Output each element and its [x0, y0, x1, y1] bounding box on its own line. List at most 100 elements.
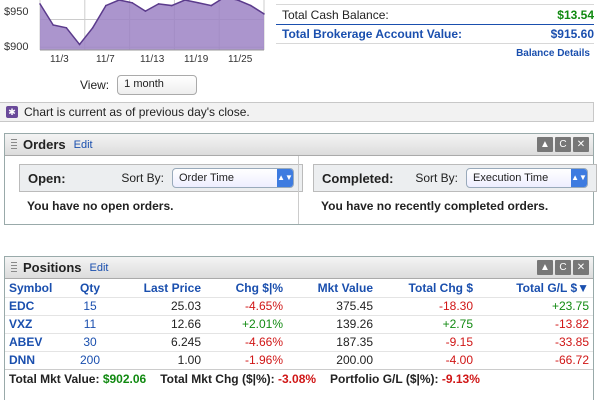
open-label: Open: [28, 170, 66, 186]
total-gl: -33.85 [477, 332, 593, 351]
symbol-link[interactable]: ABEV [5, 332, 65, 351]
balance-details-link[interactable]: Balance Details [516, 48, 590, 59]
refresh-icon[interactable]: C [555, 260, 571, 275]
table-row: DNN 200 1.00 -1.96% 200.00 -4.00 -66.72 [5, 350, 593, 369]
sort-by-label: Sort By: [415, 171, 458, 185]
qty-link[interactable]: 30 [65, 332, 115, 351]
symbol-link[interactable]: EDC [5, 296, 65, 315]
total-chg-amount: -3.08% [278, 371, 317, 386]
column-header-last-price[interactable]: Last Price [115, 279, 205, 297]
positions-edit-link[interactable]: Edit [90, 262, 109, 274]
total-mkt-value: Total Mkt Value: $902.06 [9, 372, 146, 386]
total-chg: -18.30 [377, 296, 477, 315]
total-mkt-label: Total Mkt Value: [9, 371, 100, 386]
last-price: 6.245 [115, 332, 205, 351]
open-orders-message: You have no open orders. [27, 199, 174, 213]
data-point [250, 4, 252, 7]
collapse-icon[interactable]: ▲ [537, 137, 553, 152]
column-header-qty[interactable]: Qty [65, 279, 115, 297]
account-value-row: Total Brokerage Account Value: $915.60 [282, 25, 594, 43]
last-price: 25.03 [115, 296, 205, 315]
orders-edit-link[interactable]: Edit [74, 139, 93, 151]
chg-percent: -4.65% [205, 296, 287, 315]
data-point [52, 24, 54, 26]
column-header-total-chg[interactable]: Total Chg $ [377, 279, 477, 297]
account-value-amount: $915.60 [550, 27, 594, 41]
completed-sort-select[interactable]: Execution Time ▲▼ [466, 168, 588, 188]
open-orders: Open: Sort By: Order Time ▲▼ You have no… [19, 164, 303, 213]
data-point [91, 26, 94, 29]
drag-handle-icon[interactable] [11, 261, 17, 274]
symbol-link[interactable]: DNN [5, 350, 65, 369]
data-point [105, 4, 107, 7]
open-sort-value: Order Time [179, 172, 235, 184]
data-point [131, 1, 134, 4]
data-point [65, 26, 68, 29]
divider [276, 4, 594, 5]
qty-link[interactable]: 15 [65, 296, 115, 315]
x-tick-label: 11/25 [228, 54, 253, 65]
total-gl: -13.82 [477, 314, 593, 333]
mkt-value: 139.26 [287, 314, 377, 333]
x-tick-label: 11/3 [50, 54, 69, 65]
completed-orders-message: You have no recently completed orders. [321, 199, 549, 213]
refresh-icon[interactable]: C [555, 137, 571, 152]
chg-percent: +2.01% [205, 314, 287, 333]
data-point [144, 10, 147, 12]
close-icon[interactable]: ✕ [573, 260, 589, 275]
mkt-value: 375.45 [287, 296, 377, 315]
data-point [39, 3, 41, 5]
view-range-select[interactable]: 1 month [117, 75, 198, 95]
x-tick-label: 11/7 [96, 54, 115, 65]
chg-percent: -4.66% [205, 332, 287, 351]
panel-controls: ▲ C ✕ [537, 137, 593, 152]
x-tick-label: 11/13 [140, 54, 165, 65]
notice-text: Chart is current as of previous day's cl… [24, 105, 250, 119]
chg-percent: -1.96% [205, 350, 287, 369]
sort-by-label: Sort By: [121, 171, 164, 185]
column-header-chg[interactable]: Chg $|% [205, 279, 287, 297]
select-arrows-icon: ▲▼ [571, 169, 587, 187]
column-header-total-gl[interactable]: Total G/L $▼ [477, 279, 593, 297]
positions-panel: Positions Edit ▲ C ✕ Symbol Qty Last Pri… [4, 256, 594, 400]
open-sort-select[interactable]: Order Time ▲▼ [172, 168, 294, 188]
drag-handle-icon[interactable] [11, 138, 17, 151]
column-header-mkt-value[interactable]: Mkt Value [287, 279, 377, 297]
mkt-value: 187.35 [287, 332, 377, 351]
positions-panel-header: Positions Edit ▲ C ✕ [5, 257, 593, 279]
positions-table: Symbol Qty Last Price Chg $|% Mkt Value … [5, 279, 593, 369]
data-point [197, 1, 199, 4]
table-row: VXZ 11 12.66 +2.01% 139.26 +2.75 -13.82 [5, 314, 593, 333]
chart-notice: ✱ Chart is current as of previous day's … [0, 102, 594, 122]
completed-label: Completed: [322, 170, 394, 186]
mkt-value: 200.00 [287, 350, 377, 369]
symbol-link[interactable]: VXZ [5, 314, 65, 333]
total-gl: +23.75 [477, 296, 593, 315]
orders-panel: Orders Edit ▲ C ✕ Open: Sort By: Order T… [4, 133, 597, 225]
account-value-chart: $950 $900 11/3 11/7 11/13 11/19 11/25 [0, 0, 268, 70]
total-chg-label: Total Mkt Chg ($|%): [160, 371, 275, 386]
data-point [263, 13, 265, 15]
column-header-symbol[interactable]: Symbol [5, 279, 65, 297]
table-row: ABEV 30 6.245 -4.66% 187.35 -9.15 -33.85 [5, 332, 593, 351]
total-mkt-chg: Total Mkt Chg ($|%): -3.08% [160, 372, 316, 386]
cash-balance-value: $13.54 [557, 8, 594, 22]
data-point [210, 4, 213, 7]
table-header-row: Symbol Qty Last Price Chg $|% Mkt Value … [5, 279, 593, 297]
total-mkt-amount: $902.06 [102, 371, 147, 386]
portfolio-gl-amount: -9.13% [441, 371, 480, 386]
portfolio-gl: Portfolio G/L ($|%): -9.13% [330, 372, 480, 386]
panel-title: Orders [23, 137, 66, 152]
close-icon[interactable]: ✕ [573, 137, 589, 152]
total-chg: +2.75 [377, 314, 477, 333]
qty-link[interactable]: 200 [65, 350, 115, 369]
qty-link[interactable]: 11 [65, 314, 115, 333]
info-icon: ✱ [6, 106, 18, 118]
collapse-icon[interactable]: ▲ [537, 260, 553, 275]
total-gl: -66.72 [477, 350, 593, 369]
positions-totals: Total Mkt Value: $902.06 Total Mkt Chg (… [5, 369, 593, 387]
panel-controls: ▲ C ✕ [537, 260, 593, 275]
portfolio-gl-label: Portfolio G/L ($|%): [330, 371, 439, 386]
total-chg: -9.15 [377, 332, 477, 351]
chart-view-control: View: 1 month [80, 75, 198, 95]
